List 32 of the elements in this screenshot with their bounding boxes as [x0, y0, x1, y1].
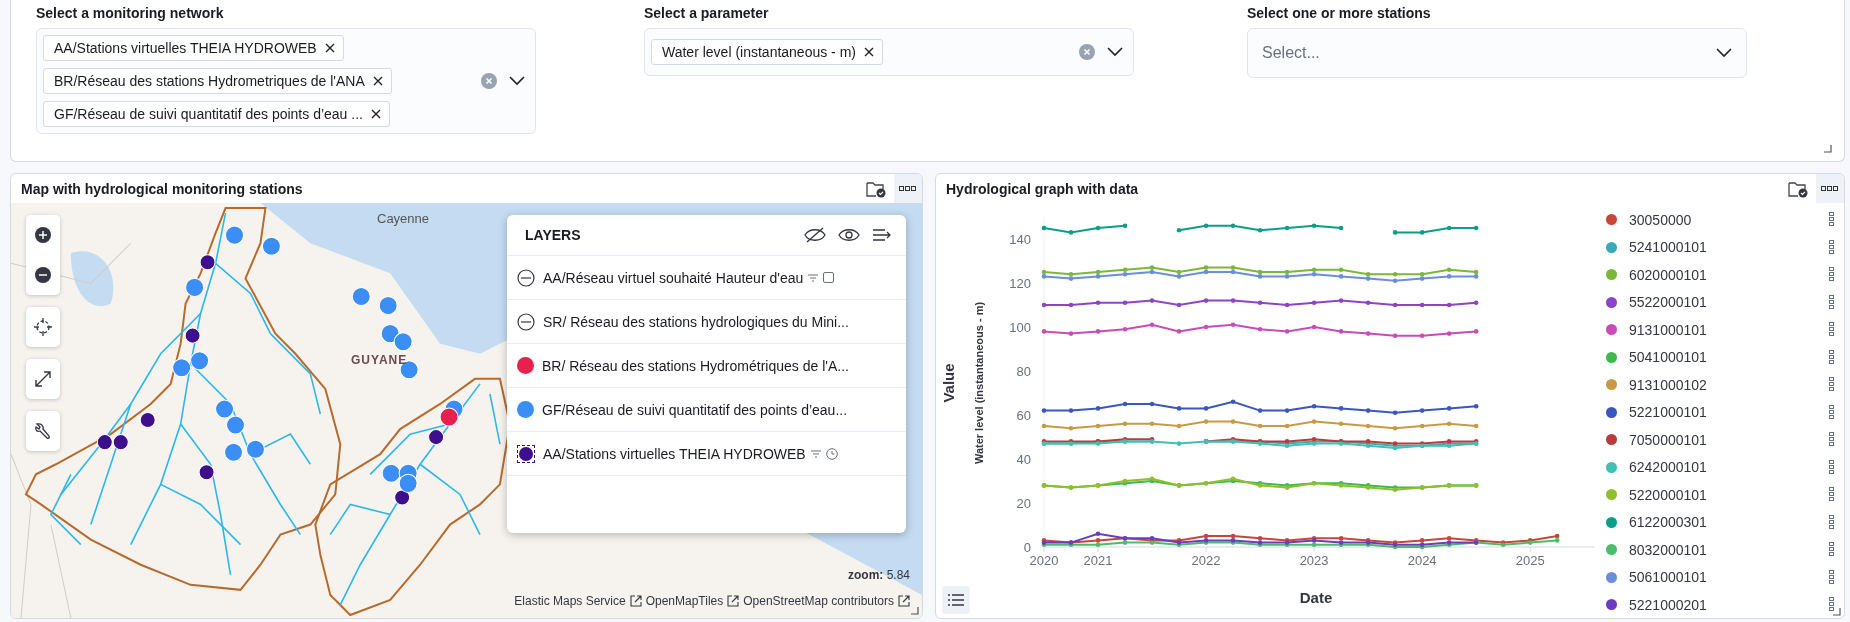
zoom-readout: zoom: 5.84: [847, 568, 910, 582]
layers-title: LAYERS: [525, 227, 582, 243]
x-tick-label: 2025: [1515, 553, 1545, 568]
y-tick-label: 120: [1009, 276, 1031, 291]
filter-label: Select one or more stations: [1247, 5, 1432, 21]
y-tick-label: 140: [1009, 232, 1031, 247]
x-axis-title: Date: [1299, 589, 1333, 606]
x-tick-label: 2020: [1029, 553, 1059, 568]
x-tick-label: 2021: [1083, 553, 1113, 568]
filter-label: Select a parameter: [644, 5, 770, 21]
y-axis-title: Value: [940, 363, 957, 403]
y-tick-label: 80: [1016, 364, 1031, 379]
select-placeholder: Select...: [1262, 44, 1321, 62]
layer-name: GF/Réseau de suivi quantitatif des points d’eau...: [542, 401, 848, 418]
layer-name: AA/Stations virtuelles THEIA HYDROWEB: [543, 445, 806, 462]
place-label: Cayenne: [377, 211, 430, 226]
x-tick-label: 2022: [1191, 553, 1221, 568]
y-tick-label: 20: [1016, 496, 1031, 511]
x-tick-label: 2024: [1407, 553, 1437, 568]
place-label: GUYANE: [351, 353, 408, 367]
layer-name: SR/ Réseau des stations hydrologiques du Mini...: [543, 313, 849, 330]
y-axis-unit: Water level (instantaneous - m): [973, 301, 985, 465]
y-tick-label: 100: [1009, 320, 1031, 335]
layer-name: AA/Réseau virtuel souhaité Hauteur d'eau: [543, 269, 804, 286]
filter-label: Select a monitoring network: [36, 5, 225, 21]
y-tick-label: 0: [1023, 540, 1031, 555]
panel-title: Map with hydrological monitoring stations: [21, 180, 304, 197]
x-tick-label: 2023: [1299, 553, 1329, 568]
y-tick-label: 40: [1016, 452, 1031, 467]
y-tick-label: 60: [1016, 408, 1031, 423]
panel-title: Hydrological graph with data: [946, 180, 1140, 197]
layer-name: BR/ Réseau des stations Hydrométriques de l'A...: [542, 357, 849, 374]
